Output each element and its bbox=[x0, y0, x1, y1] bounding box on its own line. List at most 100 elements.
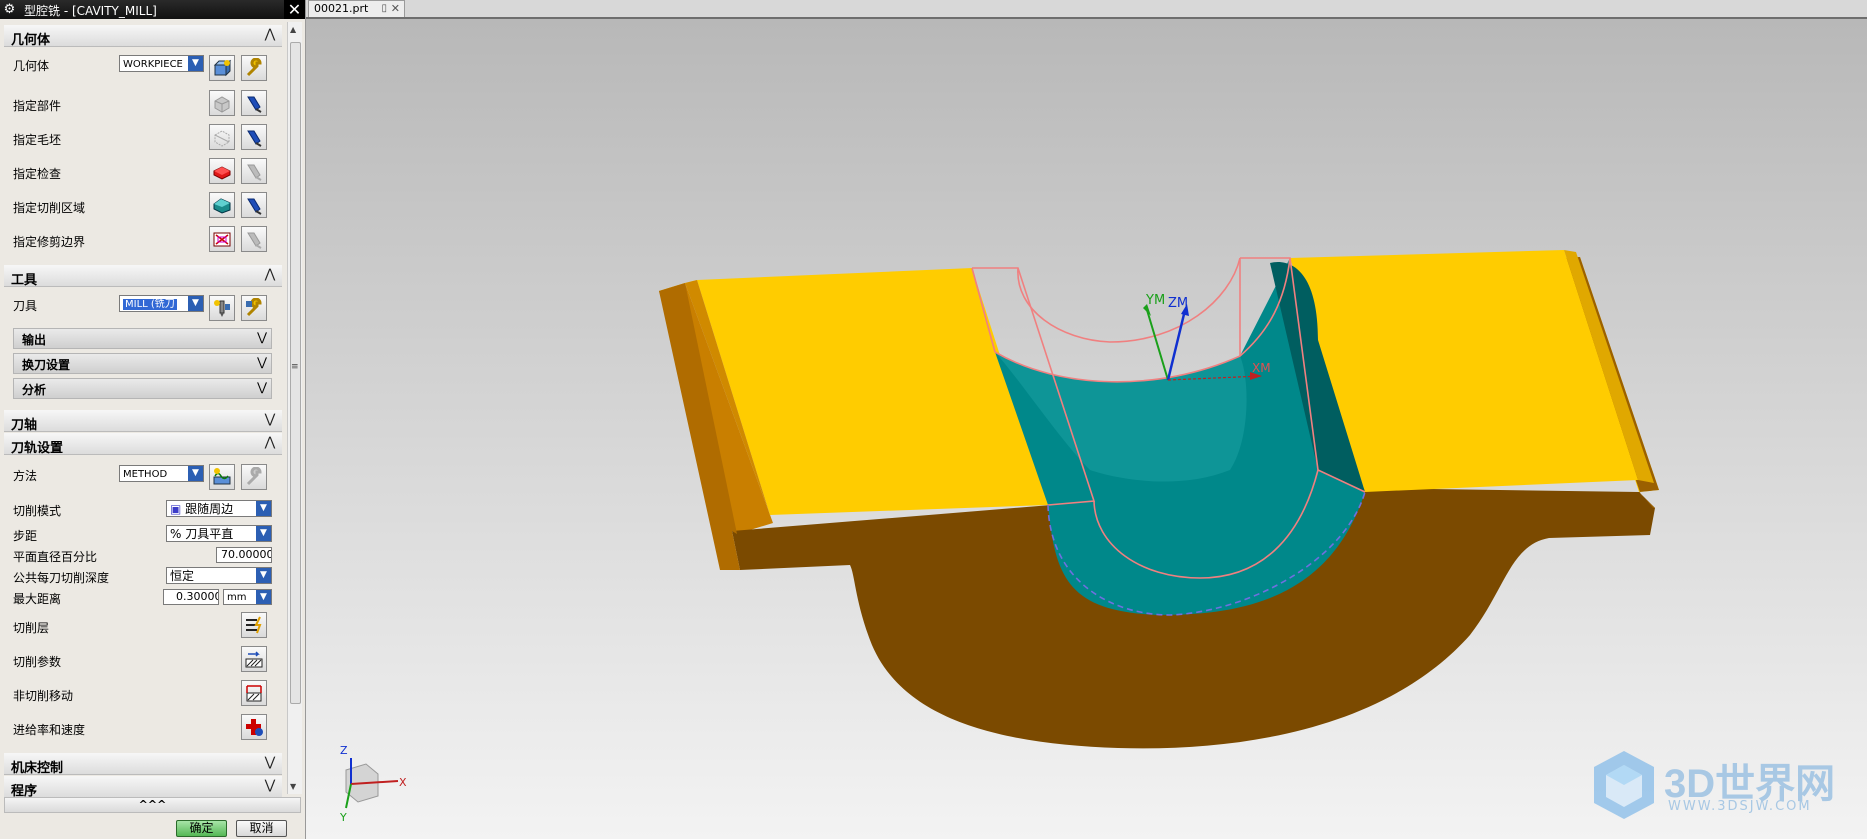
close-tab-icon[interactable]: ✕ bbox=[391, 1, 400, 16]
model-view: YM ZM XM Z X Y bbox=[339, 250, 1659, 824]
chevron-down-icon[interactable]: ⋁ bbox=[262, 412, 278, 428]
section-tool-axis[interactable]: 刀轴 ⋁ bbox=[4, 410, 282, 433]
cancel-button[interactable]: 取消 bbox=[236, 820, 287, 837]
depth-per-cut-select[interactable]: 恒定 ▼ bbox=[166, 567, 272, 584]
new-geometry-button[interactable] bbox=[209, 55, 235, 81]
chevron-down-icon: ⋁ bbox=[257, 380, 267, 394]
method-select-value: METHOD bbox=[123, 469, 168, 480]
section-machine-control-label: 机床控制 bbox=[11, 761, 64, 776]
section-tool-axis-label: 刀轴 bbox=[11, 418, 38, 433]
wrench-disabled-icon bbox=[246, 467, 262, 486]
cut-levels-button[interactable] bbox=[241, 612, 267, 638]
max-distance-unit: mm bbox=[227, 592, 247, 603]
specify-cut-area-button[interactable] bbox=[209, 192, 235, 218]
pin-icon[interactable]: ▯ bbox=[381, 1, 387, 16]
max-distance-label: 最大距离 bbox=[13, 592, 62, 606]
edit-method-button[interactable] bbox=[241, 464, 267, 490]
scroll-up-icon[interactable]: ▲ bbox=[290, 25, 296, 34]
depth-per-cut-value: 恒定 bbox=[170, 569, 195, 583]
display-cut-area-button[interactable] bbox=[241, 192, 267, 218]
cut-params-button[interactable] bbox=[241, 646, 267, 672]
edit-tool-button[interactable] bbox=[241, 295, 267, 321]
chevron-down-icon[interactable]: ⋁ bbox=[262, 778, 278, 794]
max-distance-value: 0.30000 bbox=[176, 590, 219, 603]
new-method-button[interactable] bbox=[209, 464, 235, 490]
collapse-all-button[interactable]: ^^^ bbox=[4, 797, 301, 813]
cavity-mill-dialog: ⚙ 型腔铣 - [CAVITY_MILL] ✕ ▲ ≡ ▼ 几何体 ⋀ 几何体 … bbox=[0, 0, 306, 839]
cube-logo-icon bbox=[1594, 751, 1654, 819]
specify-check-button[interactable] bbox=[209, 158, 235, 184]
chevron-down-icon: ▼ bbox=[188, 296, 203, 311]
method-select[interactable]: METHOD ▼ bbox=[119, 465, 204, 482]
subsection-tool-change[interactable]: 换刀设置 ⋁ bbox=[13, 353, 272, 374]
part-icon bbox=[214, 96, 230, 113]
tool-select[interactable]: MILL (铣刀 ▼ bbox=[119, 295, 204, 312]
scroll-thumb[interactable] bbox=[290, 42, 301, 704]
tab-document[interactable]: 00021.prt ▯ ✕ bbox=[308, 0, 405, 17]
cut-params-icon bbox=[245, 651, 263, 668]
cut-pattern-label: 切削模式 bbox=[13, 504, 62, 518]
edit-tool-icon bbox=[246, 298, 262, 317]
new-tool-button[interactable] bbox=[209, 295, 235, 321]
watermark: 3D世界网 WWW.3DSJW.COM bbox=[1584, 747, 1864, 827]
percent-diameter-label: 平面直径百分比 bbox=[13, 550, 98, 564]
blank-icon bbox=[214, 130, 230, 147]
section-tool-label: 工具 bbox=[11, 273, 38, 288]
section-path-settings-label: 刀轨设置 bbox=[11, 441, 64, 456]
chevron-down-icon: ▼ bbox=[188, 466, 203, 481]
graphics-viewport[interactable]: YM ZM XM Z X Y 3D世界网 WWW.3DSJW.COM bbox=[306, 19, 1867, 839]
specify-part-button[interactable] bbox=[209, 90, 235, 116]
edit-geometry-button[interactable] bbox=[241, 55, 267, 81]
cut-pattern-select[interactable]: ▣ 跟随周边 ▼ bbox=[166, 500, 272, 517]
section-path-settings[interactable]: 刀轨设置 ⋀ bbox=[4, 433, 282, 456]
wrench-icon bbox=[246, 58, 262, 77]
triad-z-label: Z bbox=[340, 744, 348, 757]
section-machine-control[interactable]: 机床控制 ⋁ bbox=[4, 753, 282, 776]
display-check-button[interactable] bbox=[241, 158, 267, 184]
display-trim-button[interactable] bbox=[241, 226, 267, 252]
max-distance-input[interactable]: 0.30000 bbox=[163, 589, 219, 605]
chevron-down-icon: ▼ bbox=[256, 568, 271, 583]
section-tool[interactable]: 工具 ⋀ bbox=[4, 265, 282, 288]
specify-blank-label: 指定毛坯 bbox=[13, 133, 62, 147]
percent-diameter-input[interactable]: 70.00000 bbox=[216, 547, 272, 563]
section-geometry[interactable]: 几何体 ⋀ bbox=[4, 25, 282, 48]
check-body-icon bbox=[213, 166, 231, 180]
watermark-url: WWW.3DSJW.COM bbox=[1668, 799, 1812, 814]
dialog-titlebar: ⚙ 型腔铣 - [CAVITY_MILL] ✕ bbox=[0, 0, 305, 19]
close-button[interactable]: ✕ bbox=[284, 0, 305, 19]
subsection-output[interactable]: 输出 ⋁ bbox=[13, 328, 272, 349]
stepover-select[interactable]: % 刀具平直 ▼ bbox=[166, 525, 272, 542]
new-geometry-icon bbox=[213, 59, 232, 77]
chevron-down-icon: ⋁ bbox=[257, 355, 267, 369]
geometry-select[interactable]: WORKPIECE ▼ bbox=[119, 55, 204, 72]
section-program[interactable]: 程序 ⋁ bbox=[4, 776, 282, 799]
chevron-down-icon[interactable]: ⋁ bbox=[262, 755, 278, 771]
scroll-down-icon[interactable]: ▼ bbox=[290, 782, 296, 791]
feeds-speeds-label: 进给率和速度 bbox=[13, 723, 86, 737]
display-part-button[interactable] bbox=[241, 90, 267, 116]
max-distance-unit-select[interactable]: mm ▼ bbox=[223, 589, 272, 605]
chevron-down-icon: ▼ bbox=[256, 526, 271, 541]
specify-trim-label: 指定修剪边界 bbox=[13, 235, 86, 249]
chevron-up-icon[interactable]: ⋀ bbox=[262, 435, 278, 451]
display-blank-button[interactable] bbox=[241, 124, 267, 150]
chevron-down-icon: ▼ bbox=[256, 590, 271, 604]
method-label: 方法 bbox=[13, 469, 38, 483]
flashlight-disabled-icon bbox=[247, 232, 262, 249]
specify-blank-button[interactable] bbox=[209, 124, 235, 150]
chevron-up-icon[interactable]: ⋀ bbox=[262, 267, 278, 283]
feeds-speeds-button[interactable] bbox=[241, 714, 267, 740]
specify-trim-button[interactable] bbox=[209, 226, 235, 252]
subsection-analysis[interactable]: 分析 ⋁ bbox=[13, 378, 272, 399]
non-cut-moves-button[interactable] bbox=[241, 680, 267, 706]
chevron-up-icon[interactable]: ⋀ bbox=[262, 27, 278, 43]
ok-button[interactable]: 确定 bbox=[176, 820, 227, 837]
wcs-z-label: ZM bbox=[1168, 296, 1188, 311]
cut-levels-icon bbox=[246, 616, 262, 634]
dialog-scrollbar[interactable]: ▲ ≡ ▼ bbox=[287, 22, 302, 794]
cut-area-icon bbox=[213, 198, 231, 214]
ok-button-label: 确定 bbox=[189, 821, 214, 835]
tool-label: 刀具 bbox=[13, 299, 38, 313]
depth-per-cut-label: 公共每刀切削深度 bbox=[13, 571, 110, 585]
